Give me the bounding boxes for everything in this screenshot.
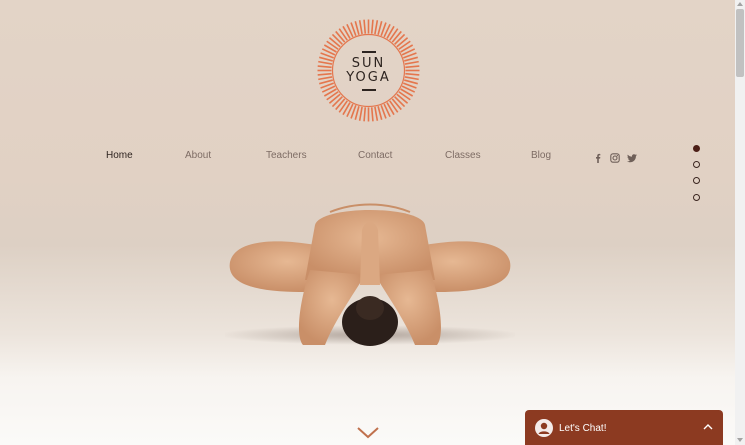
logo-text: SUN YOGA	[316, 18, 421, 123]
nav-blog[interactable]: Blog	[531, 150, 551, 161]
scrollbar[interactable]	[735, 0, 745, 445]
section-dot-1[interactable]	[693, 145, 700, 152]
logo-dash-top	[361, 50, 376, 53]
chat-label: Let's Chat!	[559, 423, 607, 434]
logo-line-1: SUN	[351, 55, 386, 71]
yoga-pose-photo	[220, 200, 520, 360]
scroll-up-arrow-icon[interactable]	[737, 1, 743, 7]
chevron-down-icon[interactable]	[357, 426, 379, 444]
nav-classes[interactable]: Classes	[445, 150, 481, 161]
scroll-down-arrow-icon[interactable]	[737, 437, 743, 443]
facebook-icon[interactable]	[593, 150, 603, 163]
section-dot-4[interactable]	[693, 194, 700, 201]
scrollbar-thumb[interactable]	[736, 9, 744, 77]
chat-widget[interactable]: Let's Chat!	[525, 410, 723, 445]
nav-about[interactable]: About	[185, 150, 211, 161]
section-dot-2[interactable]	[693, 161, 700, 168]
twitter-icon[interactable]	[627, 150, 637, 163]
chevron-up-icon[interactable]	[703, 422, 713, 432]
sun-yoga-logo[interactable]: SUN YOGA	[316, 18, 421, 123]
page: SUN YOGA Home About Teachers Contact Cla…	[0, 0, 735, 445]
instagram-icon[interactable]	[610, 150, 620, 163]
logo-line-2: YOGA	[346, 69, 391, 85]
nav-home[interactable]: Home	[106, 150, 133, 161]
nav-teachers[interactable]: Teachers	[266, 150, 307, 161]
chat-avatar-icon	[535, 419, 553, 437]
social-bar	[593, 150, 637, 163]
section-dot-3[interactable]	[693, 177, 700, 184]
nav-contact[interactable]: Contact	[358, 150, 392, 161]
logo-dash-bottom	[361, 88, 376, 91]
